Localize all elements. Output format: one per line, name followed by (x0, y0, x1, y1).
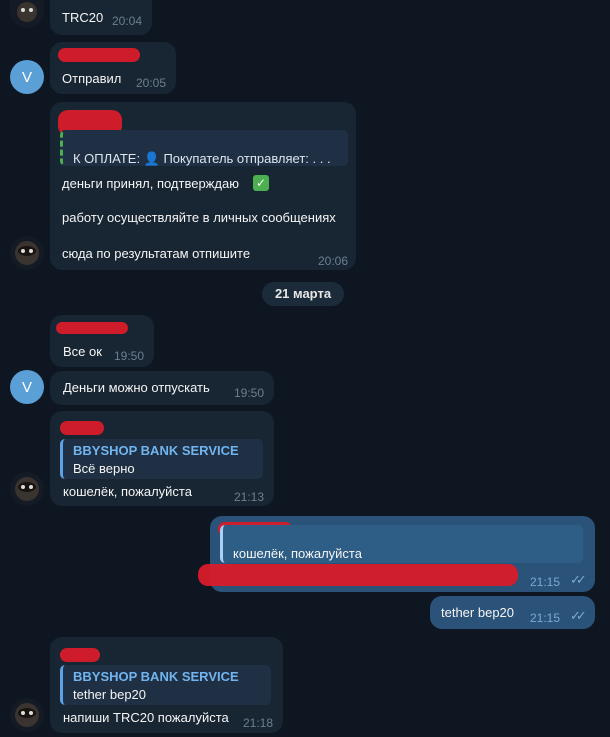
message-text: Деньги можно отпускать (63, 380, 210, 395)
reply-quote[interactable]: кошелёк, пожалуйста (220, 525, 583, 563)
reply-quote[interactable]: BBYSHOP BANK SERVICE tether bep20 (60, 665, 271, 705)
message-bubble[interactable]: К ОПЛАТЕ: 👤 Покупатель отправляет: . . .… (50, 102, 356, 270)
user-avatar[interactable]: V (10, 370, 44, 404)
message-bubble[interactable]: TRC20 20:04 (50, 0, 152, 35)
message-time: 20:04 (112, 14, 143, 28)
message-bubble-outgoing[interactable]: кошелёк, пожалуйста 21:15 ✓✓ (198, 516, 595, 592)
redacted-name (58, 48, 140, 62)
redacted-name (60, 421, 104, 435)
quote-title: BBYSHOP BANK SERVICE (73, 443, 239, 458)
quote-text: кошелёк, пожалуйста (233, 546, 362, 561)
quote-text: Всё верно (73, 461, 135, 476)
message-time: 20:05 (136, 76, 167, 90)
read-receipt-icon: ✓✓ (570, 572, 587, 587)
redacted-name (56, 322, 128, 334)
check-mark-icon: ✓ (253, 175, 269, 191)
message-text: кошелёк, пожалуйста (63, 484, 192, 499)
message-line: работу осуществляйте в личных сообщениях (62, 210, 336, 225)
message-time: 21:15 (530, 611, 561, 625)
message-bubble[interactable]: BBYSHOP BANK SERVICE tether bep20 напиши… (50, 637, 283, 733)
message-text: Отправил (62, 71, 122, 86)
message-time: 21:18 (243, 716, 274, 730)
user-avatar[interactable] (10, 236, 44, 270)
user-avatar[interactable] (10, 472, 44, 506)
user-avatar[interactable]: V (10, 60, 44, 94)
message-time: 19:50 (234, 386, 265, 400)
quote-text: К ОПЛАТЕ: 👤 Покупатель отправляет: . . . (73, 151, 331, 166)
redacted-text (198, 564, 518, 586)
quote-text: tether bep20 (73, 687, 147, 702)
date-separator: 21 марта (262, 282, 344, 306)
message-line: сюда по результатам отпишите (62, 246, 251, 261)
message-bubble[interactable]: Все ок 19:50 (50, 315, 154, 367)
message-line: деньги принял, подтверждаю (62, 176, 239, 191)
quote-title: BBYSHOP BANK SERVICE (73, 669, 239, 684)
message-bubble-outgoing[interactable]: tether bep20 21:15 ✓✓ (430, 596, 595, 629)
message-time: 21:15 (530, 575, 561, 589)
forwarded-quote[interactable]: К ОПЛАТЕ: 👤 Покупатель отправляет: . . . (60, 130, 348, 166)
chat-area: TRC20 20:04 V Отправил 20:05 К ОПЛАТЕ: 👤… (0, 0, 610, 737)
reply-quote[interactable]: BBYSHOP BANK SERVICE Всё верно (60, 439, 263, 479)
message-bubble[interactable]: Деньги можно отпускать 19:50 (50, 371, 274, 405)
redacted-name (60, 648, 100, 662)
message-text: TRC20 (62, 10, 104, 25)
message-time: 19:50 (114, 349, 145, 363)
message-bubble[interactable]: Отправил 20:05 (50, 42, 176, 94)
message-time: 21:13 (234, 490, 265, 504)
message-bubble[interactable]: BBYSHOP BANK SERVICE Всё верно кошелёк, … (50, 411, 274, 506)
message-time: 20:06 (318, 254, 349, 268)
message-text: Все ок (63, 344, 102, 359)
message-text: tether bep20 (441, 605, 515, 620)
message-text: напиши TRC20 пожалуйста (63, 710, 229, 725)
read-receipt-icon: ✓✓ (570, 608, 587, 623)
user-avatar[interactable] (10, 0, 44, 28)
user-avatar[interactable] (10, 698, 44, 732)
